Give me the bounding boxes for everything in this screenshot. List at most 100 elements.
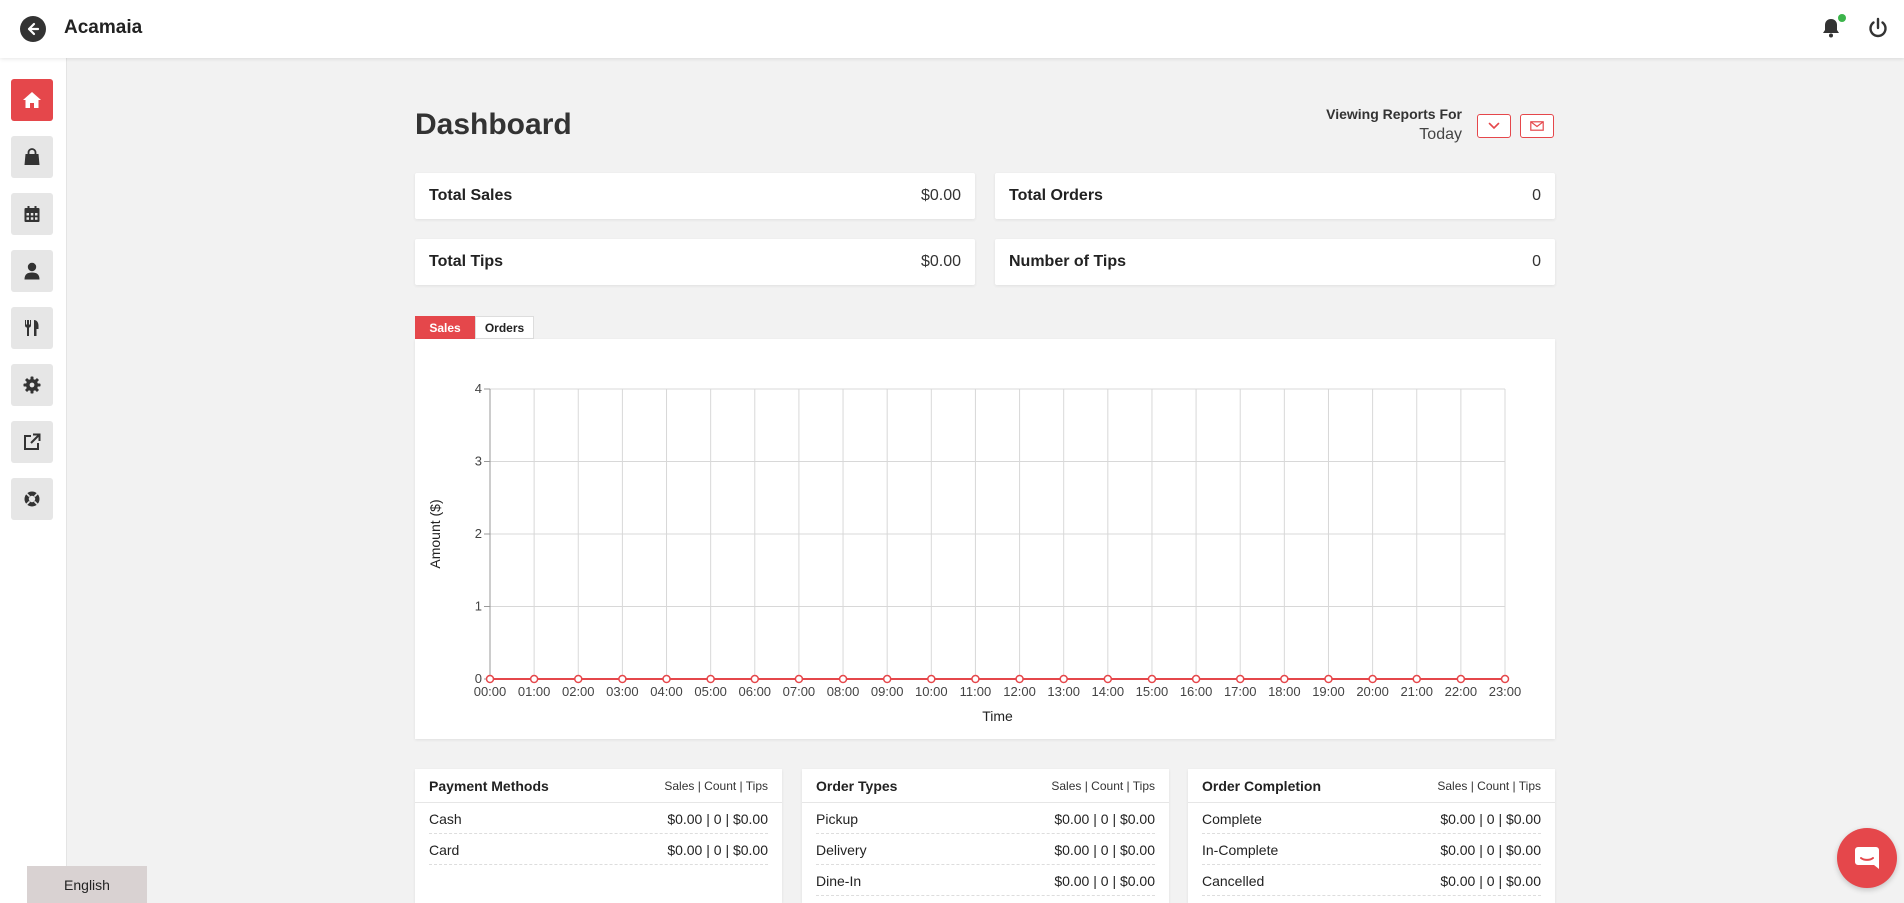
stat-card-number-of-tips: Number of Tips 0: [995, 239, 1555, 285]
panel-header: Order Completion Sales | Count | Tips: [1188, 769, 1555, 803]
sidebar-item-menu[interactable]: [11, 307, 53, 349]
stat-value: $0.00: [920, 187, 961, 204]
stat-card-total-sales: Total Sales $0.00: [415, 173, 975, 219]
language-button[interactable]: English: [27, 866, 147, 903]
panel-header: Order Types Sales | Count | Tips: [802, 769, 1169, 803]
row-value: $0.00 | 0 | $0.00: [667, 842, 768, 858]
viewing-reports-label: Viewing Reports For: [1326, 106, 1462, 122]
y-tick-label: 2: [475, 526, 482, 541]
list-item: Cash $0.00 | 0 | $0.00: [429, 803, 768, 834]
y-tick-label: 1: [475, 599, 482, 614]
row-label: In-Complete: [1202, 842, 1279, 858]
row-value: $0.00 | 0 | $0.00: [1054, 842, 1155, 858]
list-item: Delivery $0.00 | 0 | $0.00: [816, 834, 1155, 865]
x-tick-label: 05:00: [694, 684, 727, 699]
panel-title: Payment Methods: [429, 778, 549, 794]
power-button[interactable]: [1866, 16, 1890, 40]
tab-orders[interactable]: Orders: [475, 316, 534, 339]
data-point: [750, 674, 760, 684]
x-tick-label: 16:00: [1180, 684, 1213, 699]
row-label: Cancelled: [1202, 873, 1265, 889]
period-dropdown-button[interactable]: [1477, 114, 1511, 138]
panel-title: Order Completion: [1202, 778, 1322, 794]
data-point: [1324, 674, 1333, 684]
stat-value: $0.00: [920, 253, 961, 270]
shopping-bag-icon: [24, 148, 40, 165]
sidebar: [0, 58, 67, 903]
x-tick-label: 00:00: [474, 684, 507, 699]
list-item: In-Complete $0.00 | 0 | $0.00: [1202, 834, 1541, 865]
x-tick-label: 17:00: [1224, 684, 1257, 699]
stat-card-total-tips: Total Tips $0.00: [415, 239, 975, 285]
sidebar-item-calendar[interactable]: [11, 193, 53, 235]
stat-value: 0: [1532, 187, 1541, 204]
panel-payment-methods: Payment Methods Sales | Count | Tips Cas…: [415, 769, 782, 903]
data-point: [1235, 674, 1245, 684]
sidebar-item-customers[interactable]: [11, 250, 53, 292]
row-value: $0.00 | 0 | $0.00: [667, 811, 768, 827]
row-label: Delivery: [816, 842, 867, 858]
sidebar-item-support[interactable]: [11, 478, 53, 520]
x-tick-label: 20:00: [1356, 684, 1389, 699]
stat-label: Total Sales: [429, 187, 513, 204]
sidebar-item-settings[interactable]: [11, 364, 53, 406]
x-tick-label: 23:00: [1489, 684, 1522, 699]
row-label: Cash: [429, 811, 462, 827]
sidebar-item-orders[interactable]: [11, 136, 53, 178]
stat-card-total-orders: Total Orders 0: [995, 173, 1555, 219]
sidebar-item-home[interactable]: [11, 79, 53, 121]
top-bar: Acamaia: [0, 0, 1904, 58]
panel-order-types: Order Types Sales | Count | Tips Pickup …: [802, 769, 1169, 903]
stat-label: Total Orders: [1009, 187, 1103, 204]
utensils-icon: [25, 320, 39, 336]
gear-icon: [23, 376, 41, 394]
tab-sales[interactable]: Sales: [415, 316, 475, 339]
data-point: [882, 674, 892, 684]
list-item: Cancelled $0.00 | 0 | $0.00: [1202, 865, 1541, 896]
chat-icon: [1855, 847, 1879, 869]
x-tick-label: 04:00: [650, 684, 683, 699]
email-report-button[interactable]: [1520, 114, 1554, 138]
x-tick-label: 07:00: [783, 684, 816, 699]
row-value: $0.00 | 0 | $0.00: [1440, 842, 1541, 858]
external-link-icon: [24, 433, 41, 450]
y-axis-label: Amount ($): [427, 499, 443, 568]
x-tick-label: 21:00: [1400, 684, 1433, 699]
data-point: [927, 674, 936, 684]
data-point: [1280, 674, 1289, 684]
data-point: [662, 674, 671, 684]
data-point: [485, 674, 495, 684]
x-tick-label: 02:00: [562, 684, 595, 699]
viewing-reports-value: Today: [1419, 126, 1462, 143]
stat-value: 0: [1532, 253, 1541, 270]
notification-dot: [1838, 14, 1846, 22]
notifications-button[interactable]: [1819, 14, 1846, 40]
x-tick-label: 13:00: [1047, 684, 1080, 699]
calendar-icon: [24, 206, 40, 222]
stat-label: Number of Tips: [1009, 253, 1127, 270]
list-item: Pickup $0.00 | 0 | $0.00: [816, 803, 1155, 834]
data-point: [1147, 674, 1157, 684]
row-value: $0.00 | 0 | $0.00: [1054, 873, 1155, 889]
x-tick-label: 12:00: [1003, 684, 1036, 699]
data-point: [971, 674, 980, 684]
panel-header: Payment Methods Sales | Count | Tips: [415, 769, 782, 803]
arrow-left-icon: [27, 22, 40, 36]
sidebar-item-external[interactable]: [11, 421, 53, 463]
chat-launcher-button[interactable]: [1837, 828, 1897, 888]
envelope-icon: [1530, 121, 1544, 131]
list-item: Dine-In $0.00 | 0 | $0.00: [816, 865, 1155, 896]
x-tick-label: 01:00: [518, 684, 551, 699]
page-title: Dashboard: [415, 108, 572, 141]
data-point: [529, 674, 539, 684]
x-tick-label: 22:00: [1445, 684, 1478, 699]
data-point: [1103, 674, 1113, 684]
x-tick-label: 06:00: [739, 684, 772, 699]
chevron-down-icon: [1488, 122, 1500, 130]
power-icon: [1869, 17, 1887, 38]
row-value: $0.00 | 0 | $0.00: [1440, 873, 1541, 889]
list-item: Complete $0.00 | 0 | $0.00: [1202, 803, 1541, 834]
data-point: [1456, 674, 1466, 684]
back-button[interactable]: [20, 16, 46, 42]
app-title: Acamaia: [64, 17, 143, 38]
